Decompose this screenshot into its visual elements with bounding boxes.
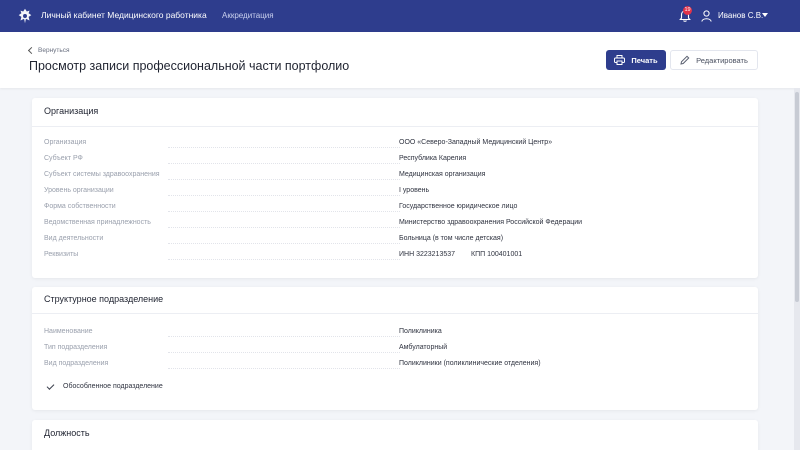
dotted-leader [168, 179, 400, 180]
field-value: Больница (в том числе детская) [399, 235, 504, 242]
user-name[interactable]: Иванов С.В. [718, 11, 763, 20]
dotted-leader [168, 163, 400, 164]
field-label: Вид деятельности [44, 235, 104, 242]
field-value: Амбулаторный [399, 344, 448, 351]
field-value: Государственное юридическое лицо [399, 203, 518, 210]
dotted-leader [168, 352, 400, 353]
field-value-kpp: КПП 100401001 [471, 251, 523, 258]
field-value: I уровень [399, 187, 430, 194]
dotted-leader [168, 147, 400, 148]
field-value: Поликлиника [399, 328, 442, 335]
field-label: Форма собственности [44, 203, 116, 210]
field-row: Вид деятельности Больница (в том числе д… [44, 235, 758, 249]
field-label: Вид подразделения [44, 360, 109, 367]
field-value: Поликлиники (поликлинические отделения) [399, 360, 541, 367]
organization-card-title: Организация [44, 106, 99, 116]
pencil-icon [680, 55, 690, 65]
field-row: Организация ООО «Северо-Западный Медицин… [44, 139, 758, 153]
field-label: Тип подразделения [44, 344, 108, 351]
field-row: Реквизиты ИНН 3223213537 КПП 100401001 [44, 251, 758, 265]
field-value: Медицинская организация [399, 171, 486, 178]
field-value-inn: ИНН 3223213537 [399, 251, 456, 258]
nav-link-accreditation[interactable]: Аккредитация [222, 11, 274, 20]
field-value: ООО «Северо-Западный Медицинский Центр» [399, 139, 553, 146]
dotted-leader [168, 259, 400, 260]
divider [32, 126, 758, 127]
edit-button[interactable]: Редактировать [670, 50, 758, 70]
back-link[interactable]: Вернуться [27, 46, 70, 55]
field-label: Уровень организации [44, 187, 114, 194]
page-header: Вернуться Просмотр записи профессиональн… [0, 32, 800, 88]
scrollbar-thumb[interactable] [795, 92, 799, 302]
back-link-label: Вернуться [38, 47, 70, 54]
print-button-label: Печать [631, 55, 658, 65]
printer-icon [614, 55, 626, 65]
page-title: Просмотр записи профессиональной части п… [29, 59, 350, 73]
edit-button-label: Редактировать [696, 55, 748, 65]
user-icon[interactable] [701, 10, 712, 22]
checkmark-icon [46, 381, 55, 390]
field-label: Наименование [44, 328, 93, 335]
field-row: Уровень организации I уровень [44, 187, 758, 201]
divider [32, 313, 758, 314]
dotted-leader [168, 227, 400, 228]
field-label: Реквизиты [44, 251, 79, 258]
dotted-leader [168, 195, 400, 196]
dotted-leader [168, 336, 400, 337]
field-row: Субъект РФ Республика Карелия [44, 155, 758, 169]
field-row: Ведомственная принадлежность Министерств… [44, 219, 758, 233]
field-row: Субъект системы здравоохранения Медицинс… [44, 171, 758, 185]
separate-unit-flag: Обособленное подразделение [44, 381, 163, 390]
separate-unit-label: Обособленное подразделение [63, 383, 163, 390]
app-title[interactable]: Личный кабинет Медицинского работника [41, 10, 207, 20]
field-label: Субъект системы здравоохранения [44, 171, 160, 178]
position-card-title: Должность [44, 428, 90, 438]
field-label: Ведомственная принадлежность [44, 219, 151, 226]
dotted-leader [168, 368, 400, 369]
field-label: Субъект РФ [44, 155, 83, 162]
structural-unit-card-title: Структурное подразделение [44, 294, 164, 304]
chevron-down-icon[interactable] [762, 13, 768, 17]
field-row: Форма собственности Государственное юрид… [44, 203, 758, 217]
emblem-logo-icon[interactable] [16, 7, 34, 25]
position-card: Должность [32, 420, 758, 450]
field-row: Наименование Поликлиника [44, 328, 758, 342]
field-value: Министерство здравоохранения Российской … [399, 219, 583, 226]
organization-card: Организация Организация ООО «Северо-Запа… [32, 98, 758, 278]
dotted-leader [168, 211, 400, 212]
field-row: Тип подразделения Амбулаторный [44, 344, 758, 358]
top-navigation-bar: Личный кабинет Медицинского работника Ак… [0, 0, 800, 32]
field-row: Вид подразделения Поликлиники (поликлини… [44, 360, 758, 374]
print-button[interactable]: Печать [606, 50, 666, 70]
notification-badge: 19 [683, 6, 692, 15]
field-label: Организация [44, 139, 87, 146]
field-value: Республика Карелия [399, 155, 467, 162]
structural-unit-card: Структурное подразделение Наименование П… [32, 287, 758, 410]
chevron-left-icon [27, 46, 36, 55]
dotted-leader [168, 243, 400, 244]
